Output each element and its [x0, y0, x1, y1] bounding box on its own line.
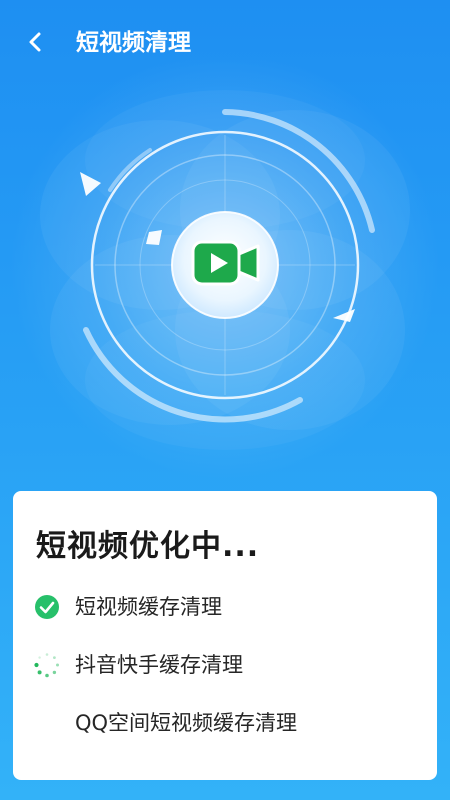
pending-placeholder — [33, 709, 61, 737]
task-label: 短视频缓存清理 — [75, 595, 222, 619]
task-item-short-video-cache: 短视频缓存清理 — [33, 591, 222, 623]
card-title: 短视频优化中... — [36, 529, 260, 564]
check-circle-icon — [33, 593, 61, 621]
scan-animation — [10, 60, 440, 480]
task-label: 抖音快手缓存清理 — [75, 653, 243, 677]
page-title: 短视频清理 — [76, 30, 191, 56]
chevron-left-icon — [29, 32, 41, 52]
optimization-card: 短视频优化中... 短视频缓存清理 抖音快手缓存清理 QQ空间短视频缓存清理 — [13, 491, 437, 780]
task-label: QQ空间短视频缓存清理 — [75, 711, 298, 735]
task-item-douyin-kuaishou-cache: 抖音快手缓存清理 — [33, 649, 243, 681]
loading-spinner-icon — [33, 651, 61, 679]
task-item-qzone-short-video-cache: QQ空间短视频缓存清理 — [33, 707, 297, 739]
back-button[interactable] — [18, 24, 54, 60]
